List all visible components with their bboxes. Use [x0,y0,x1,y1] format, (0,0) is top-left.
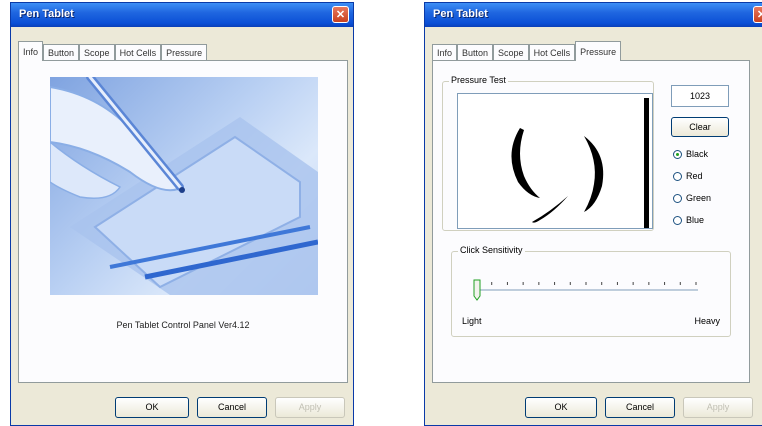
radio-red[interactable]: Red [673,171,703,181]
radio-blue[interactable]: Blue [673,215,704,225]
pen-icon [50,77,318,295]
tablet-photo [50,77,318,295]
click-sensitivity-label: Click Sensitivity [458,245,525,255]
pressure-strokes [511,98,649,228]
close-icon[interactable]: ✕ [753,6,762,23]
tab-hot-cells[interactable]: Hot Cells [528,44,576,61]
tab-info[interactable]: Info [432,44,458,61]
pressure-drawing-canvas[interactable] [457,93,653,229]
cancel-button[interactable]: Cancel [197,397,267,418]
title-bar[interactable]: Pen Tablet ✕ [11,3,353,27]
tab-pressure[interactable]: Pressure [161,44,208,61]
slider-thumb[interactable] [473,279,481,301]
window-title: Pen Tablet [433,8,488,20]
ok-button[interactable]: OK [115,397,189,418]
click-sensitivity-group: Click Sensitivity Light Heavy [451,245,731,337]
window-title: Pen Tablet [19,8,74,20]
radio-red-dot[interactable] [673,171,682,181]
title-bar[interactable]: Pen Tablet ✕ [425,3,762,27]
radio-green-dot[interactable] [673,193,682,203]
cancel-button[interactable]: Cancel [605,397,675,418]
tab-pressure[interactable]: Pressure [575,41,622,61]
tab-scope[interactable]: Scope [493,44,529,61]
clear-button[interactable]: Clear [671,117,729,137]
pressure-value: 1023 [671,85,729,107]
radio-blue-dot[interactable] [673,215,682,225]
version-caption: Pen Tablet Control Panel Ver4.12 [116,320,250,330]
tab-strip: Info Button Scope Hot Cells Pressure [432,41,622,61]
pen-tablet-window-info: Pen Tablet ✕ Info Button Scope Hot Cells… [10,2,354,426]
info-panel: Pen Tablet Control Panel Ver4.12 [18,60,348,383]
tab-info[interactable]: Info [18,41,44,61]
apply-button[interactable]: Apply [275,397,345,418]
tab-strip: Info Button Scope Hot Cells Pressure [18,41,208,61]
tab-scope[interactable]: Scope [79,44,115,61]
tab-button[interactable]: Button [457,44,494,61]
radio-black-label: Black [686,149,709,159]
tab-hot-cells[interactable]: Hot Cells [114,44,162,61]
radio-black[interactable]: Black [673,149,708,159]
slider-heavy-label: Heavy [694,316,720,326]
radio-red-label: Red [686,171,703,181]
radio-green[interactable]: Green [673,193,711,203]
pen-tablet-window-pressure: Pen Tablet ✕ Info Button Scope Hot Cells… [424,2,762,426]
apply-button[interactable]: Apply [683,397,753,418]
pressure-test-label: Pressure Test [449,75,508,85]
close-icon[interactable]: ✕ [332,6,349,23]
radio-green-label: Green [686,193,712,203]
slider-light-label: Light [462,316,482,326]
slider-ticks [475,282,697,285]
tab-button[interactable]: Button [43,44,80,61]
pressure-panel: Pressure Test 1023 Clear Black Red Green [432,60,750,383]
radio-black-dot[interactable] [673,149,682,159]
ok-button[interactable]: OK [525,397,597,418]
sensitivity-slider[interactable] [452,262,730,312]
radio-blue-label: Blue [686,215,705,225]
